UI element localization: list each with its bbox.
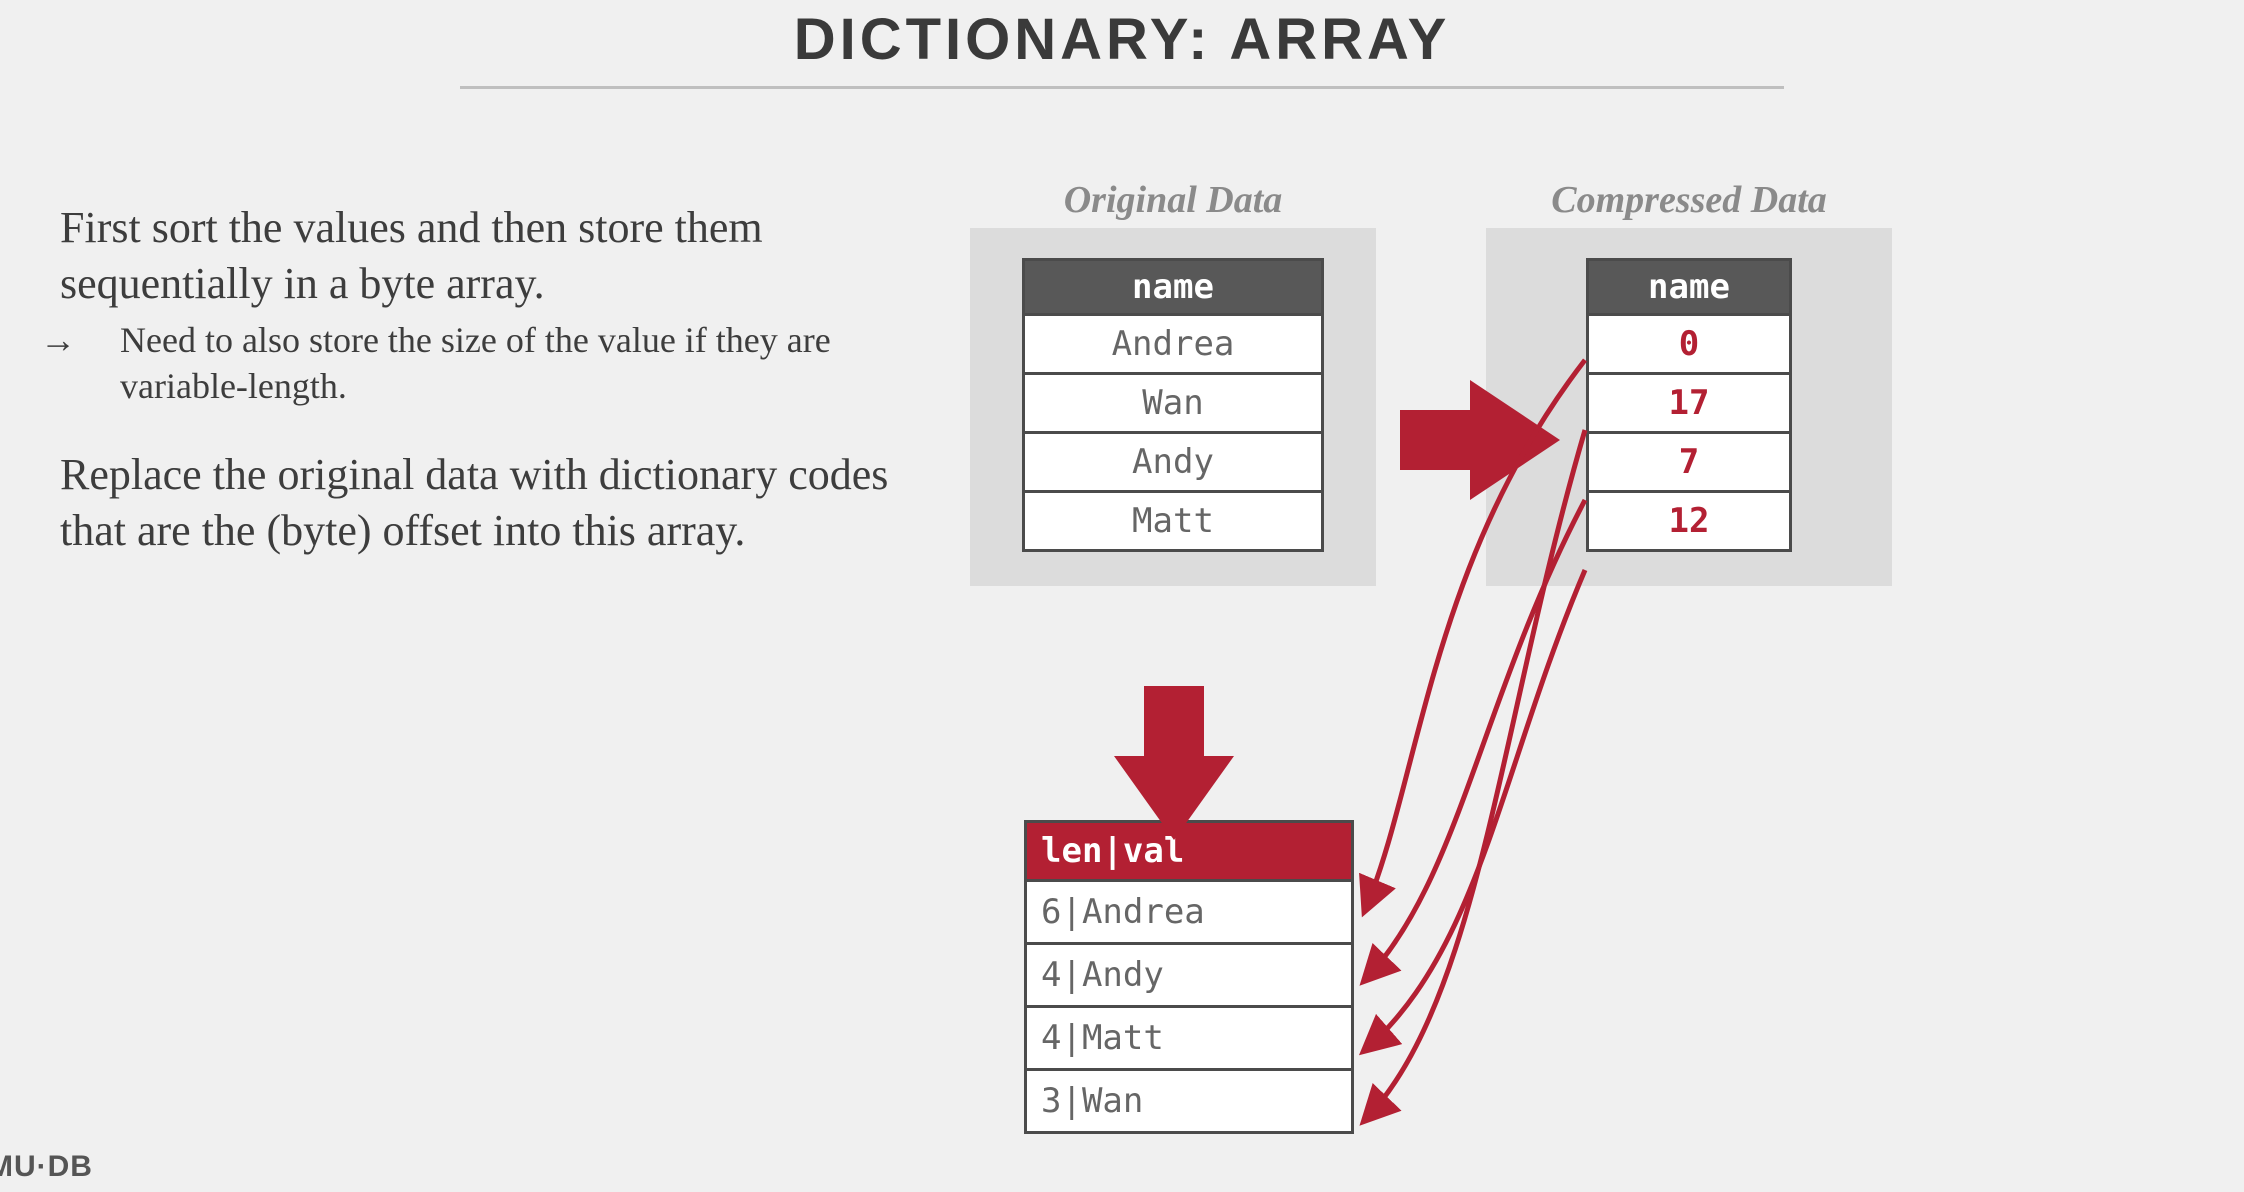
table-row: 4|Andy	[1027, 942, 1351, 1005]
big-arrow-down-icon	[1114, 686, 1234, 840]
paragraph-2: Replace the original data with dictionar…	[60, 450, 888, 555]
dictionary-header: len|val	[1027, 823, 1351, 879]
compressed-panel-bg: name 0 17 7 12	[1486, 228, 1892, 586]
table-row: 0	[1589, 313, 1789, 372]
table-row: Andrea	[1025, 313, 1321, 372]
paragraph-1: First sort the values and then store the…	[60, 203, 763, 308]
dictionary-table: len|val 6|Andrea 4|Andy 4|Matt 3|Wan	[1024, 820, 1354, 1134]
table-row: 7	[1589, 431, 1789, 490]
compressed-label: Compressed Data	[1486, 178, 1892, 222]
footer-logo: MU·DB	[0, 1150, 93, 1184]
table-row: 6|Andrea	[1027, 879, 1351, 942]
table-row: 17	[1589, 372, 1789, 431]
original-header: name	[1025, 261, 1321, 313]
table-row: 4|Matt	[1027, 1005, 1351, 1068]
compressed-table: name 0 17 7 12	[1586, 258, 1792, 552]
title-divider	[460, 86, 1784, 89]
body-text: First sort the values and then store the…	[60, 200, 890, 597]
arrow-right-icon: →	[80, 317, 120, 363]
table-row: Matt	[1025, 490, 1321, 549]
slide-title: DICTIONARY: ARRAY	[0, 6, 2244, 73]
original-panel-bg: name Andrea Wan Andy Matt	[970, 228, 1376, 586]
original-table: name Andrea Wan Andy Matt	[1022, 258, 1324, 552]
original-data-panel: Original Data name Andrea Wan Andy Matt	[970, 178, 1376, 586]
table-row: Wan	[1025, 372, 1321, 431]
subpoint: →Need to also store the size of the valu…	[60, 317, 890, 409]
dictionary-panel: len|val 6|Andrea 4|Andy 4|Matt 3|Wan	[1024, 820, 1354, 1134]
table-row: 12	[1589, 490, 1789, 549]
slide: DICTIONARY: ARRAY First sort the values …	[0, 0, 2244, 1192]
compressed-header: name	[1589, 261, 1789, 313]
table-row: Andy	[1025, 431, 1321, 490]
subpoint-text: Need to also store the size of the value…	[120, 320, 831, 406]
compressed-data-panel: Compressed Data name 0 17 7 12	[1486, 178, 1892, 586]
original-label: Original Data	[970, 178, 1376, 222]
table-row: 3|Wan	[1027, 1068, 1351, 1131]
